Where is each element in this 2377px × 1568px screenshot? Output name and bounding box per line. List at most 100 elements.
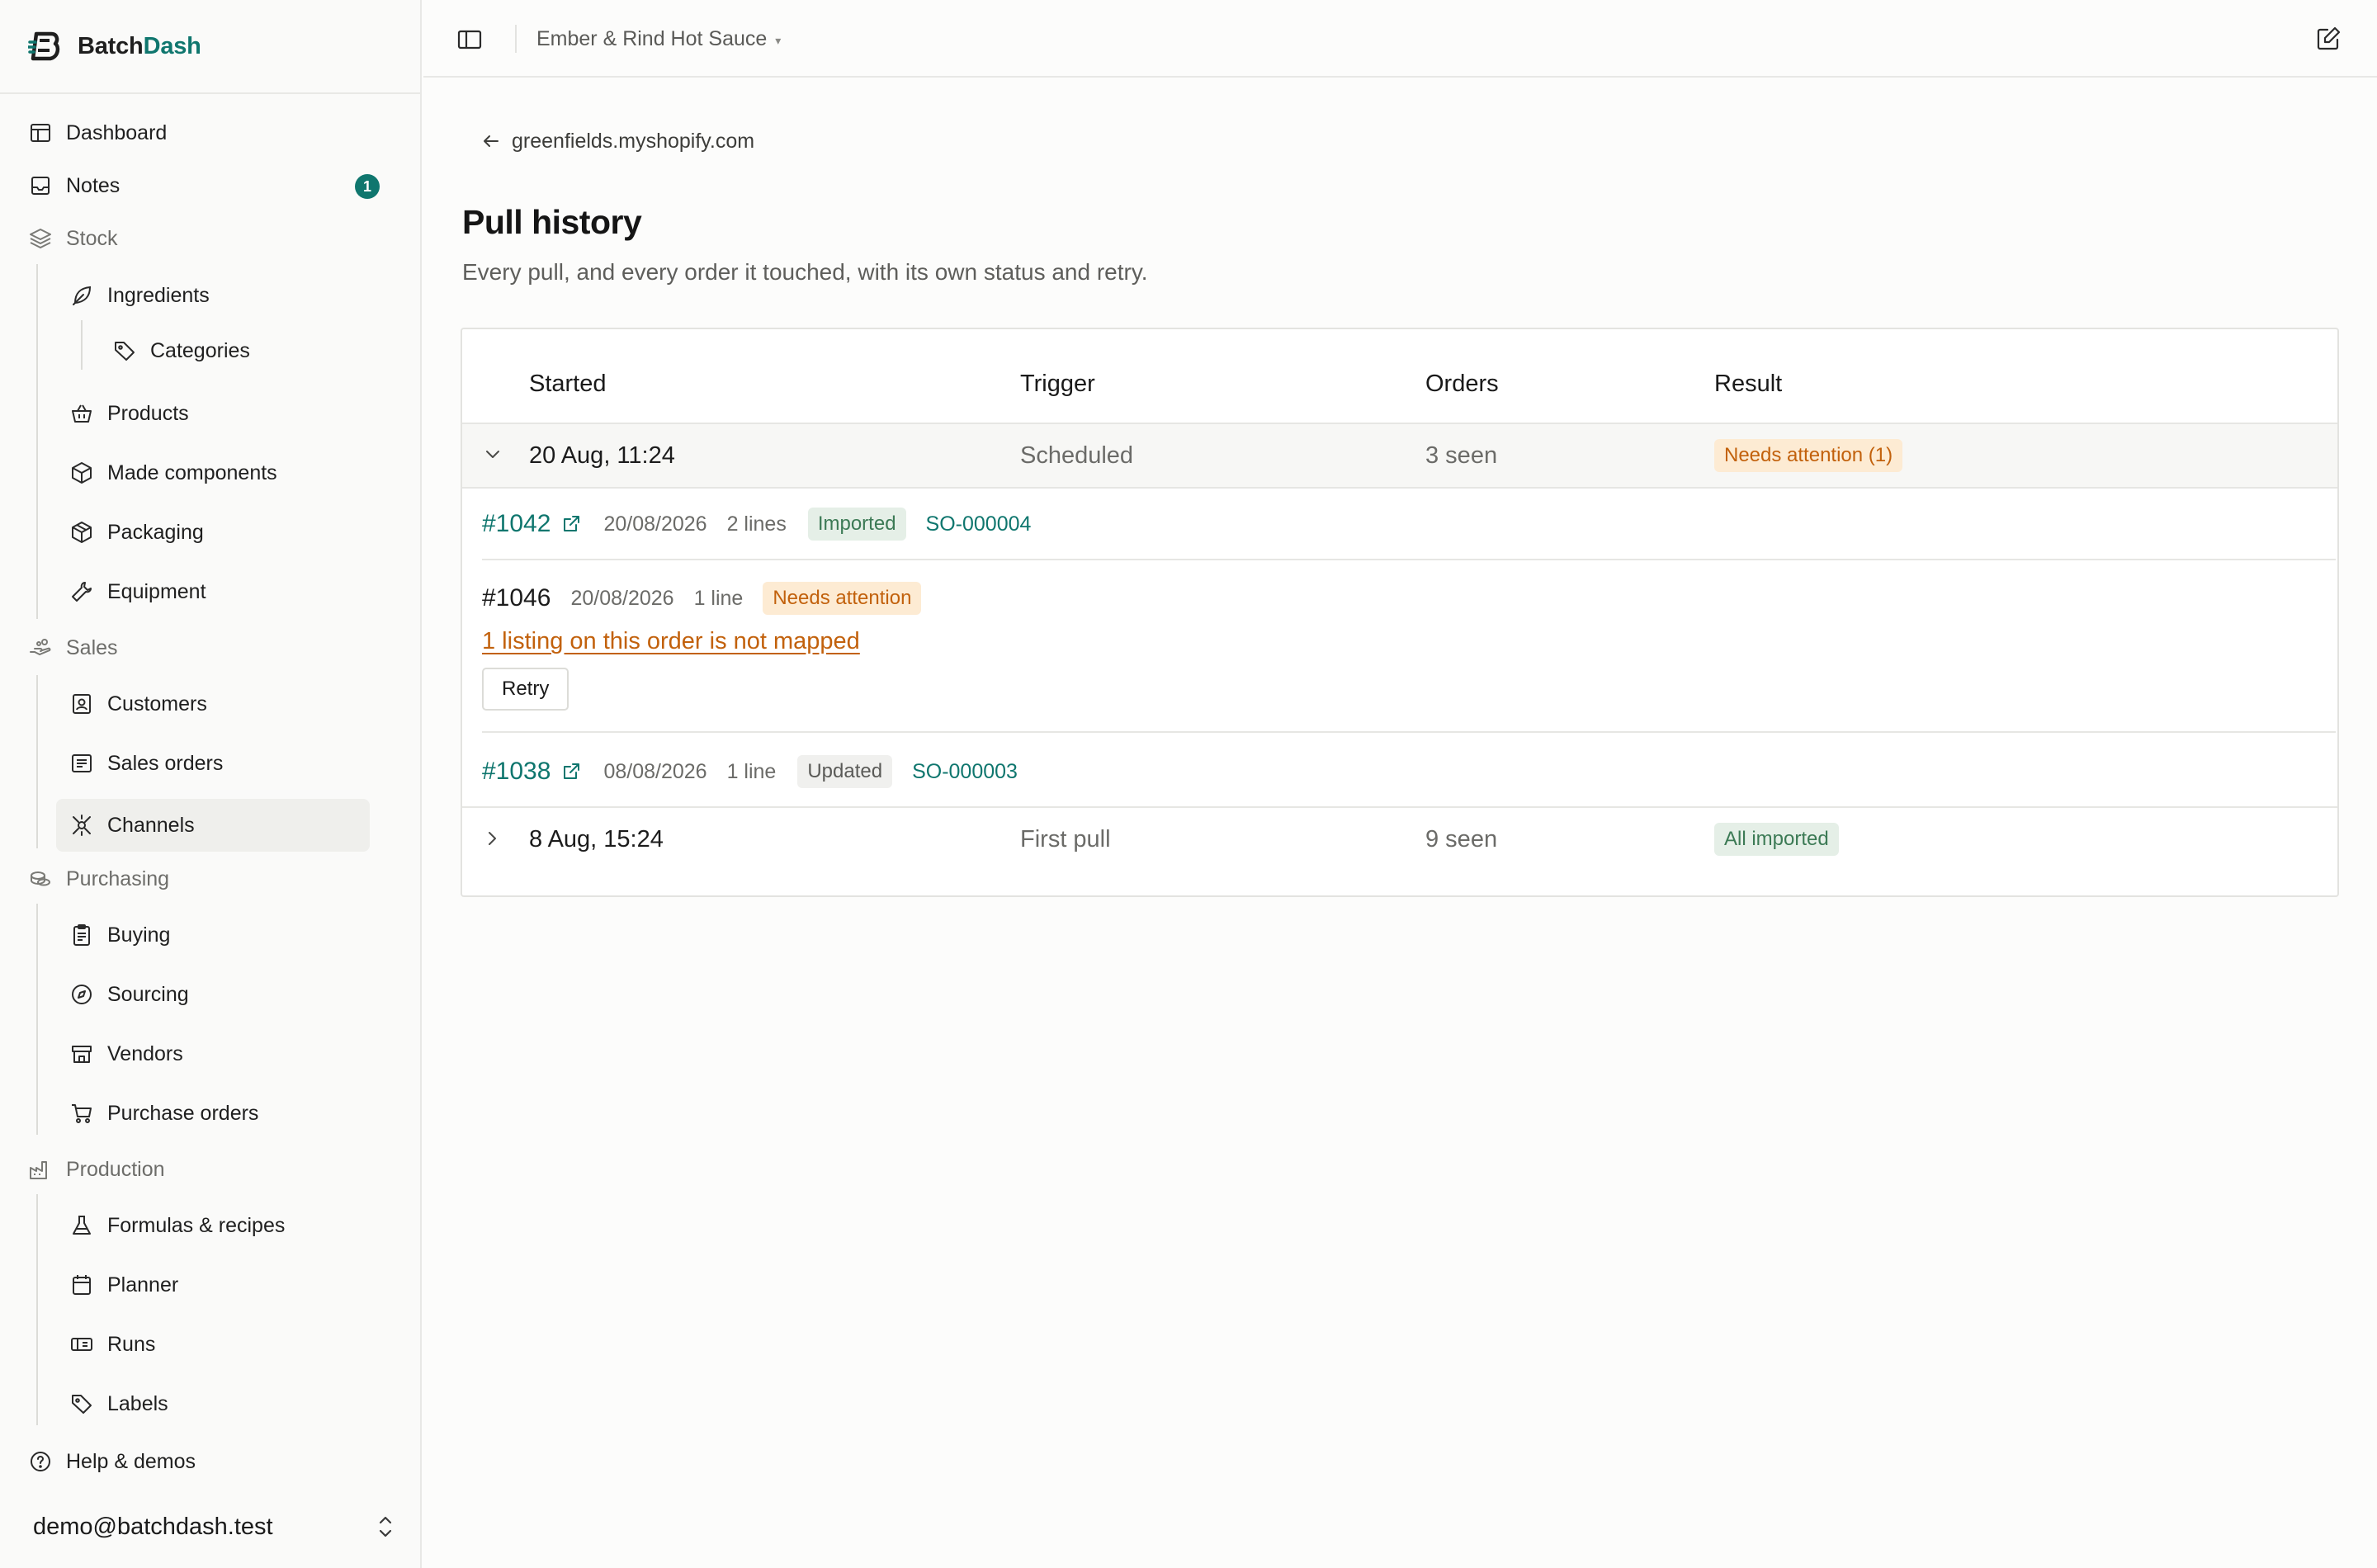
caret-down-icon: ▾	[775, 33, 782, 47]
hand-coins-icon	[28, 635, 53, 660]
column-header-orders: Orders	[1425, 371, 1499, 397]
sidebar-item-planner[interactable]: Planner	[56, 1262, 370, 1308]
external-link-icon[interactable]	[560, 513, 582, 535]
box-icon	[69, 460, 94, 485]
sidebar-item-products[interactable]: Products	[56, 390, 370, 437]
sidebar-item-label: Buying	[107, 923, 171, 947]
run-orders: 9 seen	[1425, 825, 1498, 852]
sidebar-item-formulas[interactable]: Formulas & recipes	[56, 1202, 370, 1249]
back-link[interactable]: greenfields.myshopify.com	[480, 125, 754, 157]
brand-name: BatchDash	[78, 32, 201, 59]
status-badge: Needs attention (1)	[1714, 439, 1903, 472]
back-link-label: greenfields.myshopify.com	[512, 129, 755, 153]
production-tree-line	[36, 1194, 38, 1425]
topbar: Ember & Rind Hot Sauce ▾	[423, 0, 2377, 78]
contact-icon	[69, 692, 94, 716]
sidebar-item-categories[interactable]: Categories	[99, 328, 371, 374]
arrow-left-icon	[484, 135, 499, 147]
coins-icon	[28, 867, 53, 891]
external-link-icon[interactable]	[560, 761, 582, 782]
run-trigger: Scheduled	[1020, 442, 1134, 469]
sidebar-item-sourcing[interactable]: Sourcing	[56, 971, 370, 1018]
order-row: #1042 20/08/2026 2 lines Imported SO-000…	[482, 508, 1031, 541]
sidebar-toggle-icon[interactable]	[456, 26, 483, 53]
unmapped-listing-link[interactable]: 1 listing on this order is not mapped	[482, 628, 860, 655]
ingredients-tree-line	[81, 320, 83, 370]
sidebar-item-label: Planner	[107, 1273, 179, 1296]
sidebar-section-sales[interactable]: Sales	[25, 625, 404, 671]
sidebar-item-label: Channels	[107, 813, 195, 837]
user-email: demo@batchdash.test	[33, 1513, 273, 1540]
sales-tree-line	[36, 675, 38, 848]
leaf-icon	[69, 283, 94, 308]
sidebar-item-channels[interactable]: Channels	[56, 799, 370, 852]
edit-icon[interactable]	[2314, 25, 2342, 53]
pull-history-table: Started Trigger Orders Result 20 Aug, 11…	[461, 328, 2339, 897]
sidebar-item-dashboard[interactable]: Dashboard	[25, 110, 404, 156]
sidebar-item-buying[interactable]: Buying	[56, 912, 370, 958]
sidebar-item-labels[interactable]: Labels	[56, 1381, 370, 1427]
sidebar-item-runs[interactable]: Runs	[56, 1321, 370, 1367]
sidebar-item-notes[interactable]: Notes 1	[25, 163, 404, 209]
sidebar-item-label: Sourcing	[107, 982, 189, 1006]
sidebar-section-production[interactable]: Production	[25, 1146, 404, 1193]
workspace-switcher[interactable]: Ember & Rind Hot Sauce ▾	[536, 23, 781, 54]
order-number-link[interactable]: #1042	[482, 510, 551, 538]
pull-run-row[interactable]: 20 Aug, 11:24 Scheduled 3 seen Needs att…	[462, 424, 2337, 487]
calendar-icon	[69, 1273, 94, 1297]
sidebar-item-packaging[interactable]: Packaging	[56, 509, 370, 555]
sidebar-item-label: Formulas & recipes	[107, 1213, 286, 1237]
column-header-started: Started	[529, 371, 607, 397]
sales-order-link[interactable]: SO-000003	[912, 760, 1018, 784]
sidebar-section-stock[interactable]: Stock	[25, 215, 404, 262]
sales-order-link[interactable]: SO-000004	[926, 512, 1032, 536]
sidebar-item-label: Purchase orders	[107, 1101, 259, 1125]
retry-button[interactable]: Retry	[482, 668, 569, 711]
purchasing-tree-line	[36, 904, 38, 1135]
ticket-icon	[69, 1332, 94, 1357]
layers-icon	[28, 226, 53, 251]
status-badge: Updated	[797, 755, 893, 788]
run-trigger: First pull	[1020, 825, 1111, 852]
sidebar-item-purchase-orders[interactable]: Purchase orders	[56, 1090, 370, 1136]
sidebar-section-purchasing[interactable]: Purchasing	[25, 856, 404, 902]
status-badge: Imported	[807, 508, 906, 541]
sidebar-item-customers[interactable]: Customers	[56, 681, 370, 727]
order-lines: 1 line	[693, 586, 744, 610]
wrench-icon	[69, 579, 94, 604]
store-icon	[69, 1041, 94, 1066]
sidebar-item-made-components[interactable]: Made components	[56, 450, 370, 496]
sidebar-item-label: Vendors	[107, 1041, 183, 1065]
sidebar-section-label: Production	[66, 1157, 165, 1181]
sidebar: BatchDash Dashboard Notes 1 Stock Ingred…	[0, 0, 422, 1568]
sidebar-item-sales-orders[interactable]: Sales orders	[56, 740, 370, 786]
chevron-down-icon[interactable]	[480, 442, 505, 467]
status-badge: All imported	[1714, 823, 1839, 856]
sidebar-item-label: Help & demos	[66, 1449, 196, 1473]
pull-run-row[interactable]: 8 Aug, 15:24 First pull 9 seen All impor…	[462, 808, 2337, 871]
sidebar-item-label: Runs	[107, 1332, 156, 1356]
workspace-name: Ember & Rind Hot Sauce	[536, 26, 768, 50]
sidebar-item-label: Products	[107, 401, 189, 425]
sidebar-item-label: Notes	[66, 173, 121, 197]
order-lines: 2 lines	[726, 512, 787, 536]
sidebar-item-equipment[interactable]: Equipment	[56, 569, 370, 615]
sidebar-item-help[interactable]: Help & demos	[25, 1438, 404, 1485]
order-number: #1046	[482, 584, 551, 612]
brand[interactable]: BatchDash	[28, 26, 201, 66]
sidebar-item-label: Packaging	[107, 520, 204, 544]
page-title: Pull history	[462, 203, 642, 241]
order-number-link[interactable]: #1038	[482, 758, 551, 786]
sidebar-item-label: Ingredients	[107, 283, 210, 307]
sidebar-item-vendors[interactable]: Vendors	[56, 1031, 370, 1077]
basket-icon	[69, 401, 94, 426]
sidebar-item-ingredients[interactable]: Ingredients	[56, 272, 370, 319]
notes-count-badge: 1	[355, 174, 380, 199]
order-lines: 1 line	[726, 759, 777, 783]
sidebar-item-label: Dashboard	[66, 120, 168, 144]
user-menu[interactable]: demo@batchdash.test	[33, 1502, 396, 1551]
sidebar-item-label: Made components	[107, 460, 277, 484]
chevron-right-icon[interactable]	[480, 826, 505, 851]
order-date: 20/08/2026	[603, 512, 707, 536]
network-icon	[69, 813, 94, 838]
